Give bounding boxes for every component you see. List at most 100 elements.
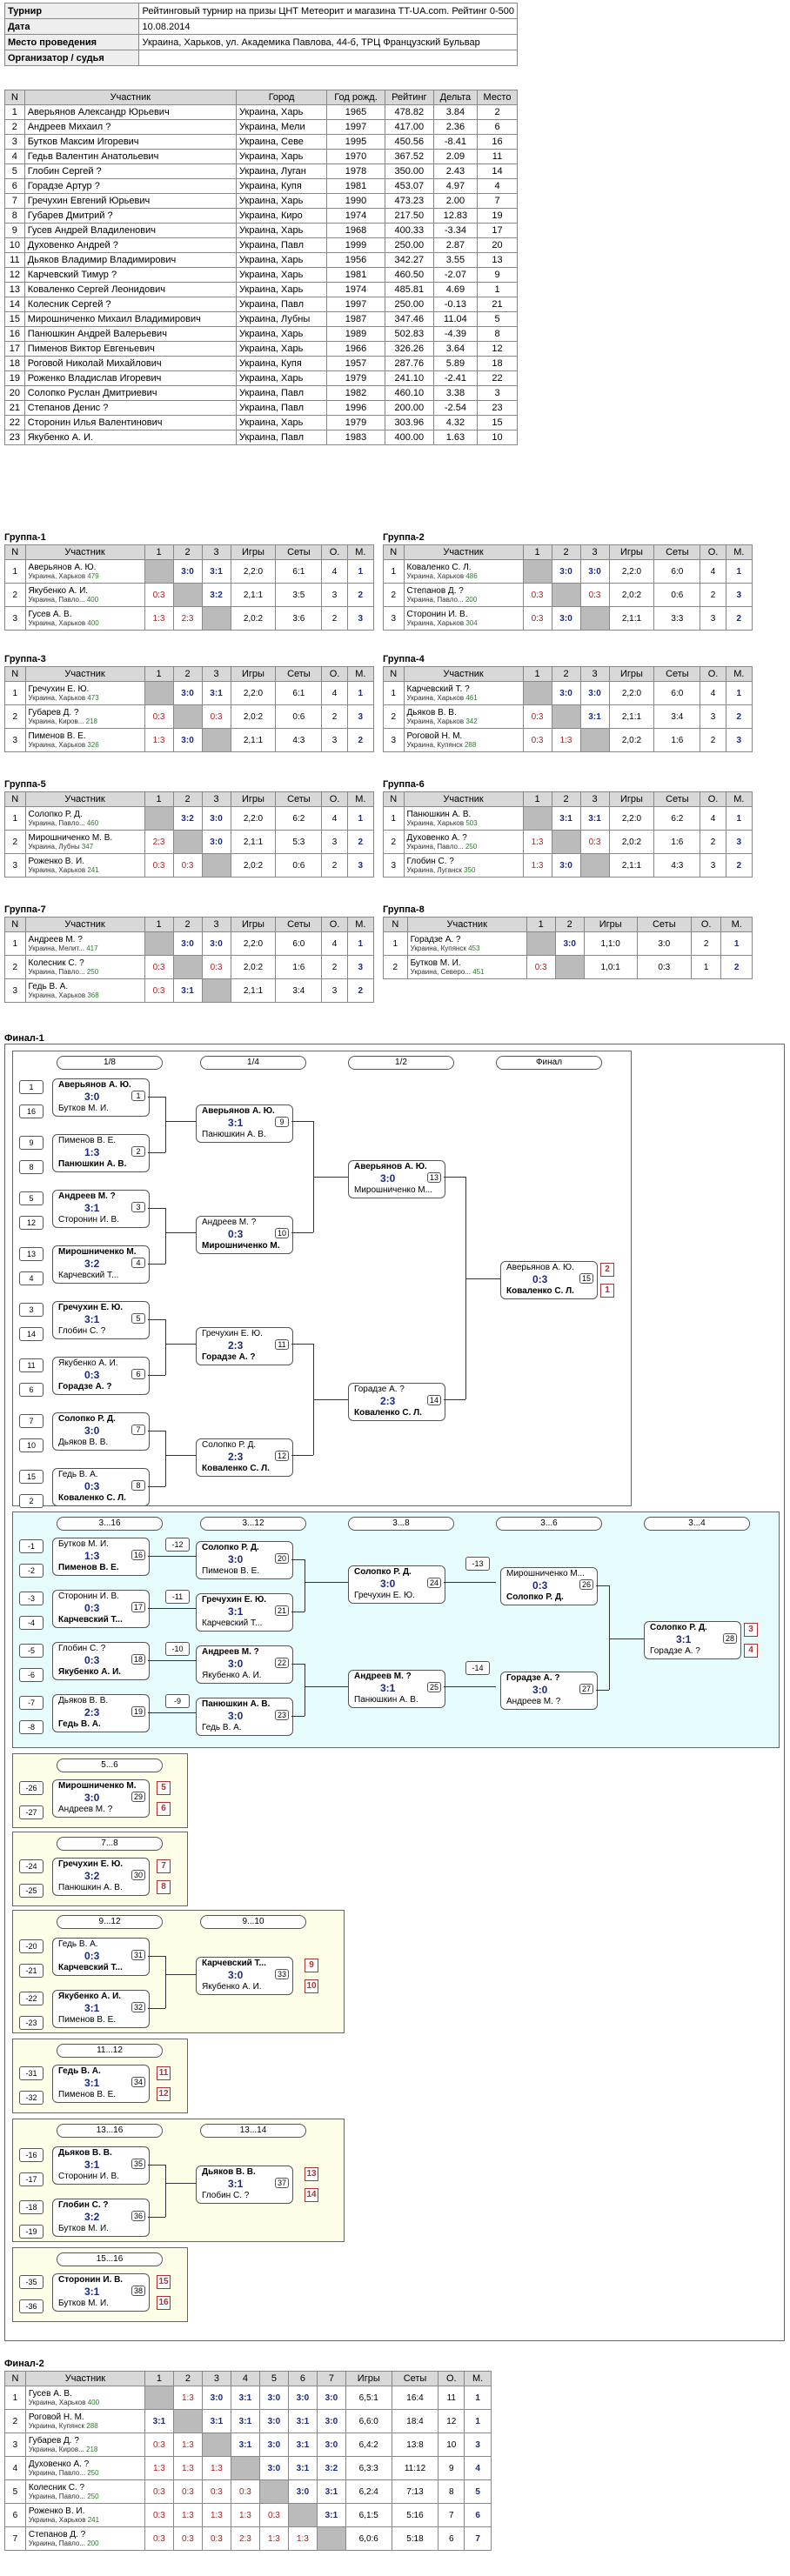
player-rating: 350: [464, 866, 476, 874]
match-box: Гречухин Е. Ю. Панюшкин А. В. 3:2 30: [52, 1858, 150, 1896]
group-place: 2: [725, 606, 753, 631]
player-name: Роженко В. И.: [28, 857, 85, 866]
seed-label: 7: [19, 1414, 44, 1428]
final2-row-number: 5: [4, 2479, 26, 2504]
participant-cell: 1974: [326, 208, 385, 224]
group-result-cell: 0:3: [526, 955, 556, 979]
group-row: 3 Гусев А. В. Украина, Харьков 400 1:3 2:3 2,…: [4, 606, 375, 631]
participant-row: 6 Горадзе Артур ? Украина, Купя 1981 453.07 4…: [4, 178, 518, 194]
group-result-cell: 0:3: [172, 853, 203, 878]
group-result-cell: 3:2: [201, 583, 231, 607]
player-name: Гусев А. В.: [28, 2389, 72, 2399]
player-city-text: Украина, Павло...: [28, 596, 85, 604]
group-row-number: 3: [4, 853, 26, 878]
connector: [148, 1556, 196, 1557]
final2-place: 3: [464, 2433, 492, 2457]
participant-cell: 3.38: [432, 385, 479, 401]
seed-label: -8: [19, 1720, 44, 1734]
final2-result-cell: 1:3: [201, 2456, 231, 2480]
match-number: 9: [275, 1117, 289, 1127]
player-city-text: Украина, Северо...: [410, 968, 471, 976]
connector: [596, 1585, 609, 1586]
group-result-cell: 3:0: [201, 830, 231, 854]
participant-cell: 16: [477, 134, 518, 150]
group-games: 2,1:1: [230, 728, 277, 752]
player-city-text: Украина, Харьков: [406, 572, 465, 580]
round-label: 15...16: [57, 2252, 163, 2266]
group-row: 3 Роженко В. И. Украина, Харьков 241 0:3 0:3…: [4, 853, 375, 878]
seed-label: 4: [19, 1271, 44, 1285]
participant-cell: -2.54: [432, 400, 479, 416]
group-player: Сторонин И. В. Украина, Харьков 304: [403, 606, 524, 631]
final2-place: 5: [464, 2479, 492, 2504]
group-sets: 5:3: [275, 830, 323, 854]
info-value: Рейтинговый турнир на призы ЦНТ Метеорит…: [138, 3, 518, 19]
final2-sets: 18:4: [391, 2409, 439, 2433]
group-result-cell: 3:1: [172, 978, 203, 1003]
match-player2: Бутков М. И.: [58, 1104, 109, 1113]
final2-row: 6 Роженко В. И. Украина, Харьков 241 0:3 1:3…: [4, 2503, 492, 2527]
group-header-cell: Сеты: [275, 791, 323, 807]
seed-label: -16: [19, 2148, 44, 2162]
final2-player: Роговой Н. М. Украина, Купянск 288: [24, 2409, 145, 2433]
player-city-text: Украина, Луганск: [406, 866, 462, 874]
group-table: N Участник 1 2 Игры Сеты О. М. 1 Горадзе А. ? Укра…: [383, 917, 753, 979]
player-city-text: Украина, Харьков: [28, 2399, 86, 2406]
round-label: 3...12: [200, 1517, 306, 1531]
group-header-cell: О.: [321, 791, 348, 807]
player-name: Губарев Д. ?: [28, 2436, 79, 2446]
participant-cell: 2.87: [432, 237, 479, 253]
match-number: 15: [579, 1273, 593, 1284]
match-player1: Солопко Р. Д.: [58, 1414, 116, 1424]
participant-cell: 20: [477, 237, 518, 253]
group-games: 2,1:1: [608, 853, 655, 878]
group-result-cell: 1:3: [551, 728, 581, 752]
group-result-cell: [172, 583, 203, 607]
participant-cell: 1996: [326, 400, 385, 416]
participant-cell: Украина, Харь: [236, 149, 328, 164]
match-score: 3:1: [228, 2178, 244, 2190]
group-header-cell: 3: [201, 791, 231, 807]
participant-cell: 1990: [326, 193, 385, 209]
participant-cell: 9: [4, 223, 25, 238]
group-points: 4: [321, 559, 348, 584]
group-place: 1: [346, 806, 375, 831]
connector: [444, 1177, 465, 1178]
participant-cell: Украина, Купя: [236, 178, 328, 194]
player-city: Украина, Харьков 473: [29, 694, 142, 702]
round-label: 3...4: [644, 1517, 750, 1531]
group-result-cell: 3:0: [554, 931, 585, 956]
group-header-cell: О.: [321, 666, 348, 682]
final2-result-cell: 0:3: [258, 2503, 289, 2527]
group-row-number: 3: [383, 728, 405, 752]
match-score: 3:0: [380, 1172, 396, 1185]
match-player2: Якубенко А. И.: [58, 1667, 122, 1677]
group-row-number: 1: [4, 931, 26, 956]
group-title: Группа-1: [4, 532, 46, 543]
group-header-cell: 3: [201, 917, 231, 932]
match-player1: Андреев М. ?: [354, 1672, 412, 1681]
player-rating: 250: [87, 2469, 99, 2477]
participant-cell: 453.07: [384, 178, 434, 194]
connector: [305, 1582, 348, 1583]
match-number: 7: [131, 1425, 145, 1435]
match-box: Глобин С. ? Бутков М. И. 3:2 36: [52, 2199, 150, 2237]
final2-result-cell: 0:3: [144, 2526, 174, 2551]
final2-header-cell: М.: [464, 2371, 492, 2386]
participant-cell: Украина, Харь: [236, 223, 328, 238]
match-number: 27: [579, 1684, 593, 1694]
player-city-text: Украина, Харьков: [28, 572, 86, 580]
seed-label: 10: [19, 1438, 44, 1452]
group-header-cell: Сеты: [653, 791, 701, 807]
group-sets: 4:3: [275, 728, 323, 752]
group-header-cell: Сеты: [653, 666, 701, 682]
match-box: Гедь В. А. Коваленко С. Л. 0:3 8: [52, 1468, 150, 1506]
group-header-cell: 3: [579, 666, 610, 682]
match-number: 34: [131, 2077, 145, 2087]
participant-row: 10 Духовенко Андрей ? Украина, Павл 1999 250…: [4, 237, 518, 253]
connector: [148, 1264, 165, 1265]
final2-result-cell: 1:3: [230, 2503, 260, 2527]
final-place: 4: [744, 1644, 758, 1658]
participant-row: 8 Губарев Дмитрий ? Украина, Киро 1974 217.5…: [4, 208, 518, 224]
group-result-cell: [144, 681, 174, 705]
